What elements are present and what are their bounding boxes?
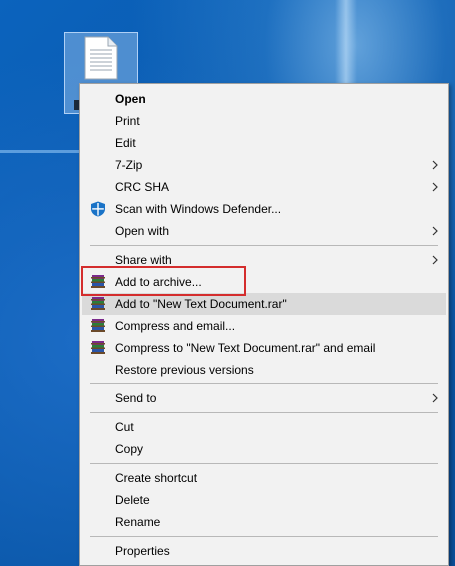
menu-item-label: Edit	[115, 136, 136, 150]
menu-item-edit[interactable]: Edit	[82, 132, 446, 154]
menu-item-add-to-rar[interactable]: Add to "New Text Document.rar"	[82, 293, 446, 315]
menu-item-label: CRC SHA	[115, 180, 170, 194]
menu-item-properties[interactable]: Properties	[82, 540, 446, 562]
windows-defender-icon	[91, 201, 105, 217]
menu-item-label: Copy	[115, 442, 144, 456]
menu-item-copy[interactable]: Copy	[82, 438, 446, 460]
menu-item-open-with[interactable]: Open with	[82, 220, 446, 242]
menu-separator	[90, 463, 438, 464]
menu-item-scan-defender[interactable]: Scan with Windows Defender...	[82, 198, 446, 220]
menu-item-label: Rename	[115, 515, 161, 529]
menu-item-label: Compress and email...	[115, 319, 236, 333]
context-menu: Open Print Edit 7-Zip CRC SHA Scan with …	[79, 83, 449, 566]
menu-item-delete[interactable]: Delete	[82, 489, 446, 511]
menu-item-label: Compress to "New Text Document.rar" and …	[115, 341, 376, 355]
chevron-right-icon	[432, 255, 438, 265]
menu-item-label: 7-Zip	[115, 158, 143, 172]
annotation-highlight-box	[81, 266, 246, 296]
menu-item-label: Open with	[115, 224, 170, 238]
menu-separator	[90, 536, 438, 537]
menu-item-rename[interactable]: Rename	[82, 511, 446, 533]
chevron-right-icon	[432, 393, 438, 403]
winrar-icon	[91, 341, 105, 354]
chevron-right-icon	[432, 160, 438, 170]
winrar-icon	[91, 319, 105, 332]
menu-item-crc-sha[interactable]: CRC SHA	[82, 176, 446, 198]
menu-item-7zip[interactable]: 7-Zip	[82, 154, 446, 176]
menu-item-print[interactable]: Print	[82, 110, 446, 132]
menu-item-open[interactable]: Open	[82, 88, 446, 110]
menu-item-label: Scan with Windows Defender...	[115, 202, 282, 216]
menu-item-label: Print	[115, 114, 140, 128]
chevron-right-icon	[432, 226, 438, 236]
menu-separator	[90, 412, 438, 413]
menu-item-compress-email[interactable]: Compress and email...	[82, 315, 446, 337]
menu-item-label: Properties	[115, 544, 170, 558]
menu-item-label: Create shortcut	[115, 471, 198, 485]
chevron-right-icon	[432, 182, 438, 192]
winrar-icon	[91, 297, 105, 310]
menu-item-label: Delete	[115, 493, 150, 507]
menu-item-send-to[interactable]: Send to	[82, 387, 446, 409]
menu-item-compress-to-rar-email[interactable]: Compress to "New Text Document.rar" and …	[82, 337, 446, 359]
menu-separator	[90, 245, 438, 246]
menu-item-cut[interactable]: Cut	[82, 416, 446, 438]
light-beam-horizontal	[0, 150, 80, 153]
menu-item-restore-versions[interactable]: Restore previous versions	[82, 359, 446, 381]
text-document-icon[interactable]	[84, 36, 118, 80]
menu-separator	[90, 383, 438, 384]
menu-item-label: Add to "New Text Document.rar"	[115, 297, 287, 311]
menu-item-label: Open	[115, 92, 146, 106]
menu-item-label: Send to	[115, 391, 157, 405]
menu-item-create-shortcut[interactable]: Create shortcut	[82, 467, 446, 489]
menu-item-label: Cut	[115, 420, 134, 434]
menu-item-label: Restore previous versions	[115, 363, 254, 377]
